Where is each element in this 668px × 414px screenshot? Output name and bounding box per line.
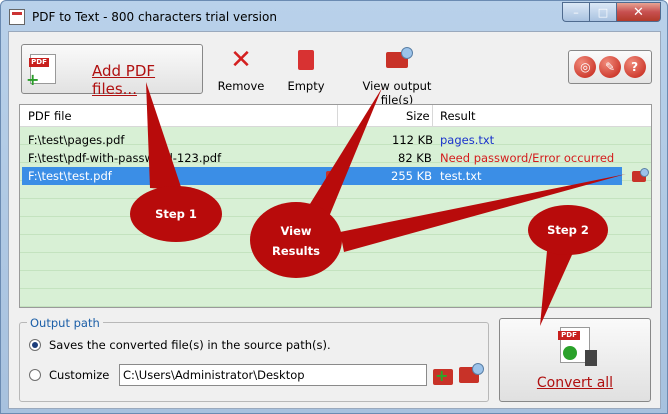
step1-callout-text: Step 1 [155, 207, 197, 221]
app-window: PDF to Text - 800 characters trial versi… [0, 0, 668, 414]
row-file: F:\test\pdf-with-password-123.pdf [28, 151, 222, 165]
customize-label[interactable]: Customize [49, 368, 109, 382]
row-file: F:\test\pages.pdf [28, 133, 125, 147]
close-button[interactable]: ✕ [616, 2, 661, 22]
remove-icon: ✕ [230, 45, 252, 75]
file-list-grid[interactable]: PDF file Size Result F:\test\pages.pdf 1… [19, 104, 652, 308]
plus-icon: + [26, 70, 40, 89]
client-area: PDF + Add PDF files... ✕ Remove Empty Vi… [8, 31, 661, 409]
table-row[interactable]: F:\test\pdf-with-password-123.pdf 82 KB … [20, 149, 651, 167]
table-row-selected[interactable]: F:\test\test.pdf 255 KB test.txt [20, 167, 651, 185]
convert-all-label: Convert all [536, 375, 614, 391]
open-folder-icon[interactable] [326, 168, 343, 182]
help-icon[interactable]: ? [623, 56, 646, 78]
title-bar[interactable]: PDF to Text - 800 characters trial versi… [1, 1, 667, 31]
minimize-button[interactable]: – [562, 2, 589, 22]
add-pdf-icon: PDF + [26, 54, 56, 88]
row-size: 255 KB [391, 169, 433, 183]
browse-folder-icon[interactable] [433, 366, 453, 385]
row-result[interactable]: pages.txt [440, 133, 494, 147]
open-output-folder-icon[interactable] [459, 363, 484, 383]
column-header-result[interactable]: Result [440, 109, 476, 123]
empty-label: Empty [287, 79, 325, 93]
pdf-tag: PDF [29, 58, 49, 67]
grid-header: PDF file Size Result [20, 105, 651, 127]
column-header-size[interactable]: Size [406, 109, 430, 123]
globe-icon[interactable]: ◎ [574, 56, 597, 78]
convert-all-button[interactable]: PDF Convert all [499, 318, 651, 402]
convert-icon: PDF [558, 327, 597, 366]
source-path-radio[interactable] [29, 339, 41, 351]
row-size: 112 KB [392, 133, 434, 147]
convert-pdf-tag: PDF [558, 331, 580, 340]
maximize-button[interactable]: □ [589, 2, 616, 22]
row-result[interactable]: test.txt [440, 169, 482, 183]
step2-callout-text: Step 2 [547, 223, 589, 237]
folder-magnifier-icon [386, 47, 413, 68]
window-title: PDF to Text - 800 characters trial versi… [32, 10, 277, 24]
selection-highlight [22, 167, 622, 185]
wrench-icon[interactable]: ✎ [598, 56, 621, 78]
grid-rows: F:\test\pages.pdf 112 KB pages.txt F:\te… [20, 127, 651, 307]
view-results-callout-line2: Results [272, 244, 320, 258]
empty-button[interactable]: Empty [277, 46, 335, 93]
app-icon [9, 9, 25, 25]
recycle-bin-icon [298, 50, 314, 70]
row-size: 82 KB [398, 151, 432, 165]
add-pdf-files-label: Add PDF files... [92, 62, 156, 98]
view-result-icon[interactable] [632, 168, 649, 182]
customize-radio[interactable] [29, 369, 41, 381]
remove-label: Remove [217, 79, 265, 93]
custom-path-input[interactable] [119, 364, 427, 386]
output-path-legend: Output path [27, 316, 103, 330]
table-row[interactable]: F:\test\pages.pdf 112 KB pages.txt [20, 131, 651, 149]
column-header-pdf-file[interactable]: PDF file [28, 109, 72, 123]
add-pdf-files-button[interactable]: PDF + Add PDF files... [21, 44, 203, 98]
view-output-files-label: View output file(s) [362, 79, 432, 107]
row-result: Need password/Error occurred [440, 151, 615, 165]
remove-button[interactable]: ✕ Remove [209, 46, 273, 93]
view-output-files-button[interactable]: View output file(s) [345, 46, 449, 107]
output-path-group [19, 322, 489, 402]
utility-buttons: ◎ ✎ ? [568, 50, 652, 84]
view-results-callout-line1: View [280, 224, 312, 238]
source-path-label[interactable]: Saves the converted file(s) in the sourc… [49, 338, 331, 352]
caption-buttons: – □ ✕ [562, 2, 661, 22]
row-file: F:\test\test.pdf [28, 169, 112, 183]
